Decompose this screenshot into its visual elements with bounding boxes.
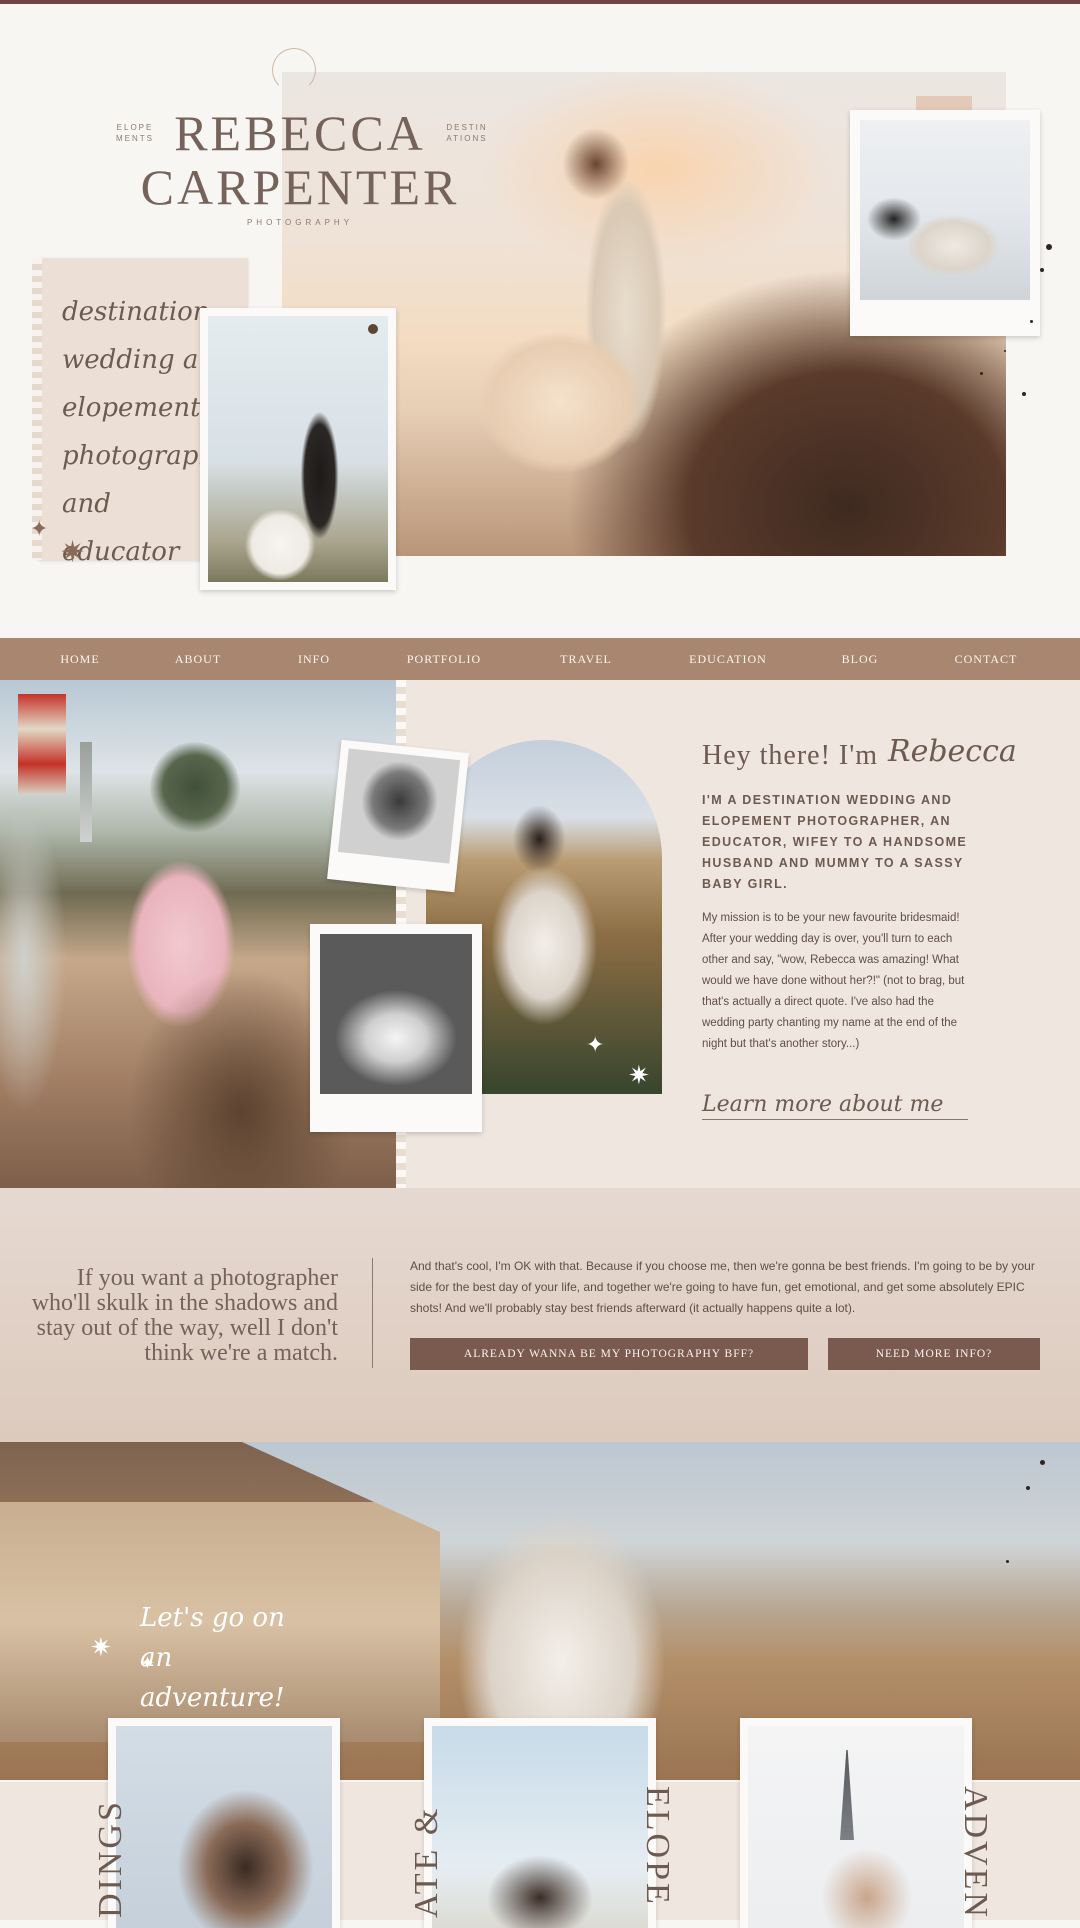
polaroid-bw-couple xyxy=(310,924,482,1132)
sparkle-icon: ✦ xyxy=(586,1032,605,1057)
sparkle-icon: ✷ xyxy=(628,1060,650,1090)
about-greeting: Hey there! I'm xyxy=(702,740,879,771)
ink-speckle xyxy=(1040,268,1044,272)
photography-bff-button[interactable]: ALREADY WANNA BE MY PHOTOGRAPHY BFF? xyxy=(410,1338,808,1370)
nav-education[interactable]: EDUCATION xyxy=(689,638,767,680)
nav-blog[interactable]: BLOG xyxy=(842,638,879,680)
logo-subtitle: PHOTOGRAPHY xyxy=(246,218,354,227)
portfolio-card-adventure[interactable] xyxy=(740,1718,972,1928)
logo-line-2: CARPENTER xyxy=(140,159,460,215)
ink-speckle xyxy=(1004,350,1006,352)
band-divider xyxy=(372,1258,373,1368)
palm-trees xyxy=(150,742,240,832)
portfolio-card-elopements[interactable] xyxy=(424,1718,656,1928)
band-body: And that's cool, I'm OK with that. Becau… xyxy=(410,1259,1035,1315)
sparkle-icon: ✦ xyxy=(30,516,49,541)
site-logo[interactable]: REBECCA CARPENTER xyxy=(100,106,500,214)
portfolio-label-4: ADVEN xyxy=(957,1786,994,1920)
learn-more-link[interactable]: Learn more about me xyxy=(702,1092,968,1120)
sparkle-icon: ✷ xyxy=(60,536,86,569)
logo-line-1: REBECCA xyxy=(174,105,426,161)
sun-icon xyxy=(272,48,316,92)
main-nav: HOME ABOUT INFO PORTFOLIO TRAVEL EDUCATI… xyxy=(0,638,1080,680)
pin-icon xyxy=(368,324,378,334)
tower-shape xyxy=(80,742,92,842)
portfolio-label-1: DINGS xyxy=(92,1799,129,1918)
nav-home[interactable]: HOME xyxy=(60,638,99,680)
polaroid-kiss-bw xyxy=(327,739,469,893)
ink-speckle xyxy=(1030,320,1033,323)
sparkle-icon: ✷ xyxy=(90,1632,112,1662)
ink-speckle xyxy=(1006,1560,1009,1563)
about-greeting-name: Rebecca xyxy=(888,734,1017,769)
ink-speckle xyxy=(1026,1486,1030,1490)
about-body: My mission is to be your new favourite b… xyxy=(702,912,965,1050)
ink-speckle xyxy=(1040,1460,1045,1465)
ink-speckle xyxy=(980,372,983,375)
hero-polaroid-right xyxy=(850,110,1040,336)
nav-about[interactable]: ABOUT xyxy=(175,638,221,680)
nav-contact[interactable]: CONTACT xyxy=(955,638,1018,680)
portfolio-label-3: ELOPE xyxy=(639,1786,676,1907)
band-quote: If you want a photographer who'll skulk … xyxy=(31,1265,338,1366)
more-info-button[interactable]: NEED MORE INFO? xyxy=(828,1338,1040,1370)
ink-speckle xyxy=(1046,244,1052,250)
portfolio-label-2: ATE & xyxy=(408,1805,445,1918)
vegas-sign xyxy=(18,694,66,794)
hero-polaroid-couple xyxy=(200,308,396,590)
portfolio-card-weddings[interactable] xyxy=(108,1718,340,1928)
nav-portfolio[interactable]: PORTFOLIO xyxy=(407,638,481,680)
adventure-script: Let's go on an adventure! xyxy=(140,1603,285,1713)
about-intro: I'M A DESTINATION WEDDING AND ELOPEMENT … xyxy=(702,793,968,891)
nav-travel[interactable]: TRAVEL xyxy=(560,638,612,680)
ink-speckle xyxy=(1022,392,1026,396)
nav-info[interactable]: INFO xyxy=(298,638,330,680)
